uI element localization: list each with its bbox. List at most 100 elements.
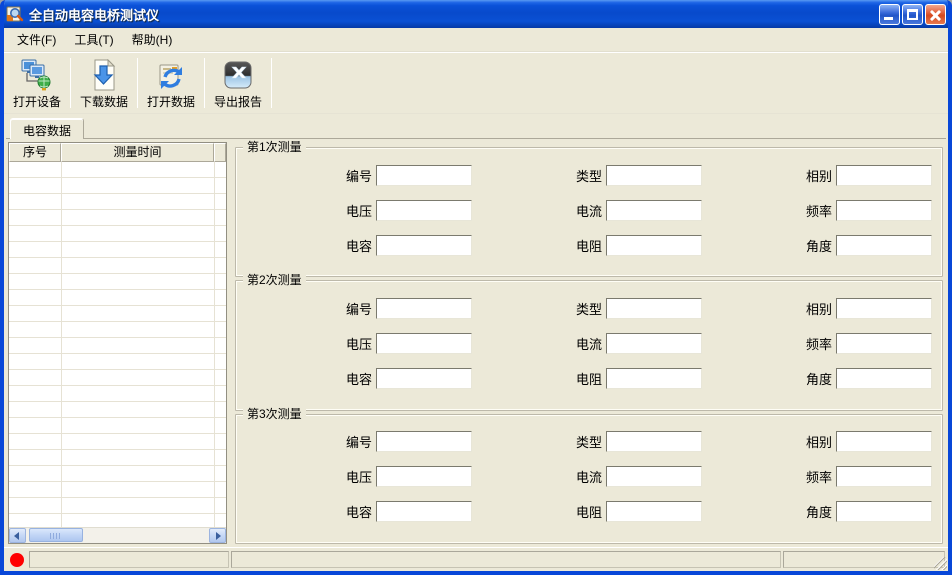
field-input[interactable] xyxy=(376,466,472,488)
column-header-index[interactable]: 序号 xyxy=(9,143,61,162)
column-divider xyxy=(61,162,62,527)
field-input[interactable] xyxy=(836,466,932,488)
toolbar-separator xyxy=(137,58,138,108)
field-input[interactable] xyxy=(376,199,472,221)
field-label: 频率 xyxy=(805,470,832,486)
tab-strip: 电容数据 xyxy=(4,114,948,139)
field-label: 编号 xyxy=(345,435,372,451)
field-label: 频率 xyxy=(805,203,832,219)
toolbar-button-label: 下载数据 xyxy=(79,95,128,109)
field-input[interactable] xyxy=(376,431,472,453)
field-label: 编号 xyxy=(345,168,372,184)
column-divider xyxy=(214,162,215,527)
field-input[interactable] xyxy=(376,332,472,354)
menu-help[interactable]: 帮助(H) xyxy=(123,28,182,51)
scrollbar-thumb[interactable] xyxy=(29,528,83,542)
resize-grip[interactable] xyxy=(934,557,947,570)
right-arrow-icon xyxy=(216,531,221,540)
status-panel-1 xyxy=(29,551,229,568)
field-label: 相别 xyxy=(805,301,832,317)
scrollbar-track[interactable] xyxy=(26,528,209,543)
field-input[interactable] xyxy=(606,234,702,256)
field-input[interactable] xyxy=(836,164,932,186)
field-label: 电压 xyxy=(345,203,372,219)
field-input[interactable] xyxy=(836,199,932,221)
field-label: 电阻 xyxy=(575,238,602,254)
group-measurement-3: 第3次测量 编号 类型 相别 电压 电流 频率 电容 电阻 角度 xyxy=(235,406,943,544)
field-input[interactable] xyxy=(606,297,702,319)
field-input[interactable] xyxy=(606,164,702,186)
group-title: 第3次测量 xyxy=(243,406,306,421)
group-measurement-1: 第1次测量 编号 类型 相别 电压 电流 频率 电容 电阻 角度 xyxy=(235,140,943,278)
tab-capacitance-data[interactable]: 电容数据 xyxy=(10,118,85,139)
field-input[interactable] xyxy=(836,367,932,389)
scroll-right-button[interactable] xyxy=(209,528,226,543)
field-label: 类型 xyxy=(575,168,602,184)
table-body[interactable] xyxy=(9,162,226,527)
field-input[interactable] xyxy=(836,332,932,354)
field-label: 类型 xyxy=(575,301,602,317)
field-input[interactable] xyxy=(836,297,932,319)
field-label: 电容 xyxy=(345,505,372,521)
field-input[interactable] xyxy=(606,466,702,488)
field-input[interactable] xyxy=(376,234,472,256)
toolbar-button-label: 打开设备 xyxy=(12,95,61,109)
group-title: 第2次测量 xyxy=(243,273,306,288)
status-panel-3 xyxy=(783,551,945,568)
status-panel-2 xyxy=(231,551,781,568)
toolbar-separator xyxy=(70,58,71,108)
horizontal-scrollbar[interactable] xyxy=(9,527,226,543)
left-arrow-icon xyxy=(14,531,19,540)
minimize-button[interactable] xyxy=(879,3,900,25)
field-input[interactable] xyxy=(376,367,472,389)
field-input[interactable] xyxy=(836,501,932,523)
field-label: 电容 xyxy=(345,371,372,387)
toolbar-button-label: 打开数据 xyxy=(146,95,195,109)
menu-file[interactable]: 文件(F) xyxy=(8,28,65,51)
field-input[interactable] xyxy=(606,367,702,389)
toolbar: 打开设备 下载数据 打开数据 导出报告 xyxy=(4,52,948,114)
field-input[interactable] xyxy=(376,164,472,186)
app-window: 全自动电容电桥测试仪 文件(F) 工具(T) 帮助(H) 打开设备 下载数据 打… xyxy=(0,0,952,575)
group-title: 第1次测量 xyxy=(243,140,306,154)
download-data-button[interactable]: 下载数据 xyxy=(73,55,135,111)
field-label: 角度 xyxy=(805,371,832,387)
maximize-button[interactable] xyxy=(902,3,923,25)
field-label: 电压 xyxy=(345,470,372,486)
field-label: 相别 xyxy=(805,435,832,451)
field-label: 相别 xyxy=(805,168,832,184)
field-input[interactable] xyxy=(836,234,932,256)
export-report-button[interactable]: 导出报告 xyxy=(207,55,269,111)
field-label: 电流 xyxy=(575,336,602,352)
field-label: 电阻 xyxy=(575,371,602,387)
field-label: 电流 xyxy=(575,470,602,486)
toolbar-separator xyxy=(271,58,272,108)
scroll-left-button[interactable] xyxy=(9,528,26,543)
column-header-time[interactable]: 测量时间 xyxy=(61,143,214,162)
field-label: 电阻 xyxy=(575,505,602,521)
field-label: 电容 xyxy=(345,238,372,254)
field-input[interactable] xyxy=(376,297,472,319)
download-data-icon xyxy=(93,59,116,91)
field-input[interactable] xyxy=(606,332,702,354)
field-input[interactable] xyxy=(606,501,702,523)
column-header-blank xyxy=(214,143,226,162)
window-title: 全自动电容电桥测试仪 xyxy=(29,7,160,23)
field-input[interactable] xyxy=(376,501,472,523)
toolbar-separator xyxy=(204,58,205,108)
field-label: 编号 xyxy=(345,301,372,317)
title-bar: 全自动电容电桥测试仪 xyxy=(4,0,948,28)
close-button[interactable] xyxy=(925,3,946,25)
open-device-button[interactable]: 打开设备 xyxy=(6,55,68,111)
field-input[interactable] xyxy=(606,199,702,221)
open-data-button[interactable]: 打开数据 xyxy=(140,55,202,111)
field-label: 角度 xyxy=(805,238,832,254)
table-header-row: 序号 测量时间 xyxy=(9,143,226,162)
menu-tools[interactable]: 工具(T) xyxy=(65,28,122,51)
field-label: 角度 xyxy=(805,505,832,521)
field-input[interactable] xyxy=(836,431,932,453)
field-label: 频率 xyxy=(805,336,832,352)
connection-status-indicator xyxy=(10,552,24,567)
field-label: 类型 xyxy=(575,435,602,451)
field-input[interactable] xyxy=(606,431,702,453)
